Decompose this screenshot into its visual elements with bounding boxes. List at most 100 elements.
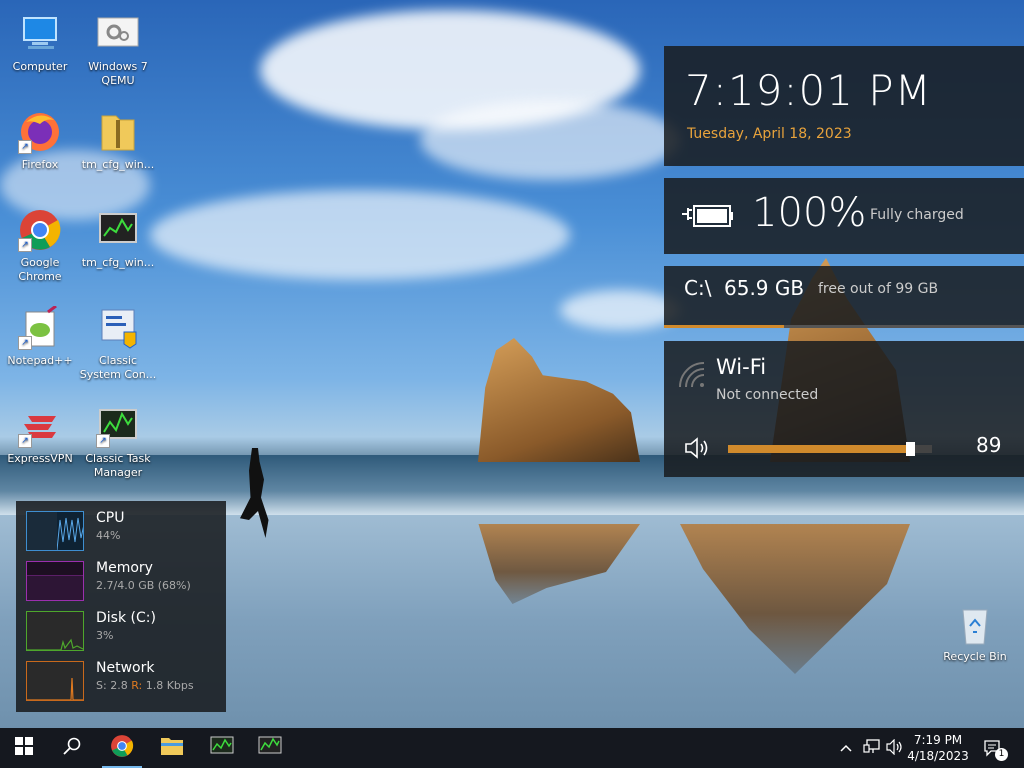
drive-usage-bar: [664, 325, 1024, 328]
memory-graph: [26, 561, 84, 601]
windows-logo-icon: [15, 737, 33, 759]
firefox-icon: ↗: [18, 110, 62, 154]
search-button[interactable]: [48, 728, 96, 768]
drive-letter: C:\: [684, 276, 712, 300]
desktop-icon-label: tm_cfg_win...: [81, 158, 155, 171]
taskbar-date: 4/18/2023: [907, 749, 969, 763]
notepadpp-icon: ↗: [18, 304, 62, 350]
tray-chevron[interactable]: [836, 728, 856, 768]
disk-label: Disk (C:): [96, 610, 156, 626]
desktop-icon-label: Windows 7 QEMU: [88, 60, 148, 87]
network-label: Network: [96, 660, 155, 676]
wifi-widget[interactable]: Wi-Fi Not connected: [664, 341, 1024, 417]
volume-widget[interactable]: 89: [664, 417, 1024, 477]
taskbar-task-manager[interactable]: [198, 728, 246, 768]
chrome-icon: ↗: [18, 208, 62, 252]
folder-icon: [160, 735, 184, 761]
tray-volume[interactable]: [884, 728, 906, 768]
speaker-icon[interactable]: [684, 437, 712, 463]
desktop-icon-label: Firefox: [21, 158, 59, 171]
desktop-icon-tm-cfg-zip[interactable]: tm_cfg_win...: [78, 110, 158, 172]
battery-widget[interactable]: 100% Fully charged: [664, 178, 1024, 254]
taskbar-file-explorer[interactable]: [148, 728, 196, 768]
expressvpn-icon: ↗: [18, 404, 62, 448]
action-center-button[interactable]: 1: [978, 728, 1008, 768]
desktop-icon-expressvpn[interactable]: ↗ ExpressVPN: [0, 404, 80, 466]
wifi-title: Wi-Fi: [716, 355, 767, 379]
wifi-status: Not connected: [716, 387, 819, 403]
battery-percent: 100%: [752, 190, 867, 236]
computer-icon: [18, 12, 62, 56]
volume-knob[interactable]: [905, 442, 915, 456]
task-manager-icon: ↗: [96, 404, 140, 448]
perf-memory[interactable]: Memory 2.7/4.0 GB (68%): [24, 557, 224, 601]
desktop-icon-classic-task-manager[interactable]: ↗ Classic Task Manager: [78, 404, 158, 480]
zip-folder-icon: [96, 110, 140, 154]
shortcut-arrow-icon: ↗: [18, 238, 32, 252]
memory-label: Memory: [96, 560, 153, 576]
shortcut-arrow-icon: ↗: [96, 434, 110, 448]
shortcut-arrow-icon: ↗: [18, 434, 32, 448]
network-graph: [26, 661, 84, 701]
drive-free-space: 65.9 GB: [724, 276, 805, 300]
perf-network[interactable]: Network S: 2.8 R: 1.8 Kbps: [24, 657, 224, 701]
drive-detail: free out of 99 GB: [818, 281, 939, 297]
desktop-icon-windows7-qemu[interactable]: Windows 7 QEMU: [78, 12, 158, 88]
volume-value: 89: [976, 433, 1002, 457]
taskbar-time: 7:19 PM: [913, 733, 963, 747]
desktop-icon-label: Recycle Bin: [943, 650, 1007, 663]
desktop-icon-label: Computer: [12, 60, 68, 73]
network-send-label: S:: [96, 679, 107, 692]
monitor-graph-icon: [258, 735, 282, 761]
desktop-icon-tm-cfg-app[interactable]: tm_cfg_win...: [78, 208, 158, 270]
volume-slider[interactable]: [728, 442, 932, 456]
start-button[interactable]: [0, 728, 48, 768]
wifi-icon: [678, 361, 706, 393]
battery-plug-icon: [680, 200, 736, 236]
desktop-icon-label: Google Chrome: [18, 256, 62, 283]
tray-network[interactable]: [860, 728, 884, 768]
desktop-icon-label: Notepad++: [7, 354, 73, 367]
desktop-icon-classic-system-control[interactable]: Classic System Con...: [78, 306, 158, 382]
rock-formation: [478, 338, 640, 462]
network-recv-value: 1.8 Kbps: [145, 679, 194, 692]
disk-graph: [26, 611, 84, 651]
memory-value: 2.7/4.0 GB (68%): [96, 579, 191, 592]
clock-widget[interactable]: 7:19:01 PM Tuesday, April 18, 2023: [664, 46, 1024, 166]
recycle-bin-icon: [953, 602, 997, 646]
desktop-icon-label: Classic Task Manager: [85, 452, 151, 479]
battery-status: Fully charged: [870, 207, 964, 223]
notification-badge: 1: [995, 748, 1008, 761]
monitor-graph-icon: [96, 208, 140, 252]
notification-icon: 1: [983, 738, 1008, 761]
network-icon: [863, 738, 881, 758]
cpu-graph: [26, 511, 84, 551]
clock-time: 7:19:01 PM: [685, 66, 932, 115]
desktop-icon-firefox[interactable]: ↗ Firefox: [0, 110, 80, 172]
desktop-icon-label: Classic System Con...: [79, 354, 157, 381]
cpu-label: CPU: [96, 510, 125, 526]
search-icon: [63, 737, 81, 759]
taskbar-clock[interactable]: 7:19 PM 4/18/2023: [906, 732, 970, 764]
clock-date: Tuesday, April 18, 2023: [687, 126, 852, 142]
speaker-icon: [886, 738, 904, 758]
desktop-icon-computer[interactable]: Computer: [0, 12, 80, 74]
perf-cpu[interactable]: CPU 44%: [24, 507, 224, 551]
desktop-icon-label: tm_cfg_win...: [81, 256, 155, 269]
desktop-icon-google-chrome[interactable]: ↗ Google Chrome: [0, 208, 80, 284]
performance-monitor[interactable]: CPU 44% Memory 2.7/4.0 GB (68%) Disk (C:…: [16, 501, 226, 712]
taskbar-chrome[interactable]: [98, 728, 146, 768]
taskbar-system-monitor[interactable]: [246, 728, 294, 768]
desktop-icon-notepadpp[interactable]: ↗ Notepad++: [0, 304, 80, 368]
network-send-value: 2.8: [110, 679, 128, 692]
task-manager-icon: [210, 735, 234, 761]
volume-fill: [728, 445, 910, 453]
network-value: S: 2.8 R: 1.8 Kbps: [96, 679, 194, 692]
drive-widget[interactable]: C:\ 65.9 GB free out of 99 GB: [664, 266, 1024, 328]
chrome-icon: [110, 734, 134, 762]
desktop-icon-recycle-bin[interactable]: Recycle Bin: [935, 602, 1015, 664]
disk-value: 3%: [96, 629, 114, 642]
gear-window-icon: [96, 12, 140, 56]
chevron-up-icon: [840, 741, 852, 755]
perf-disk[interactable]: Disk (C:) 3%: [24, 607, 224, 651]
